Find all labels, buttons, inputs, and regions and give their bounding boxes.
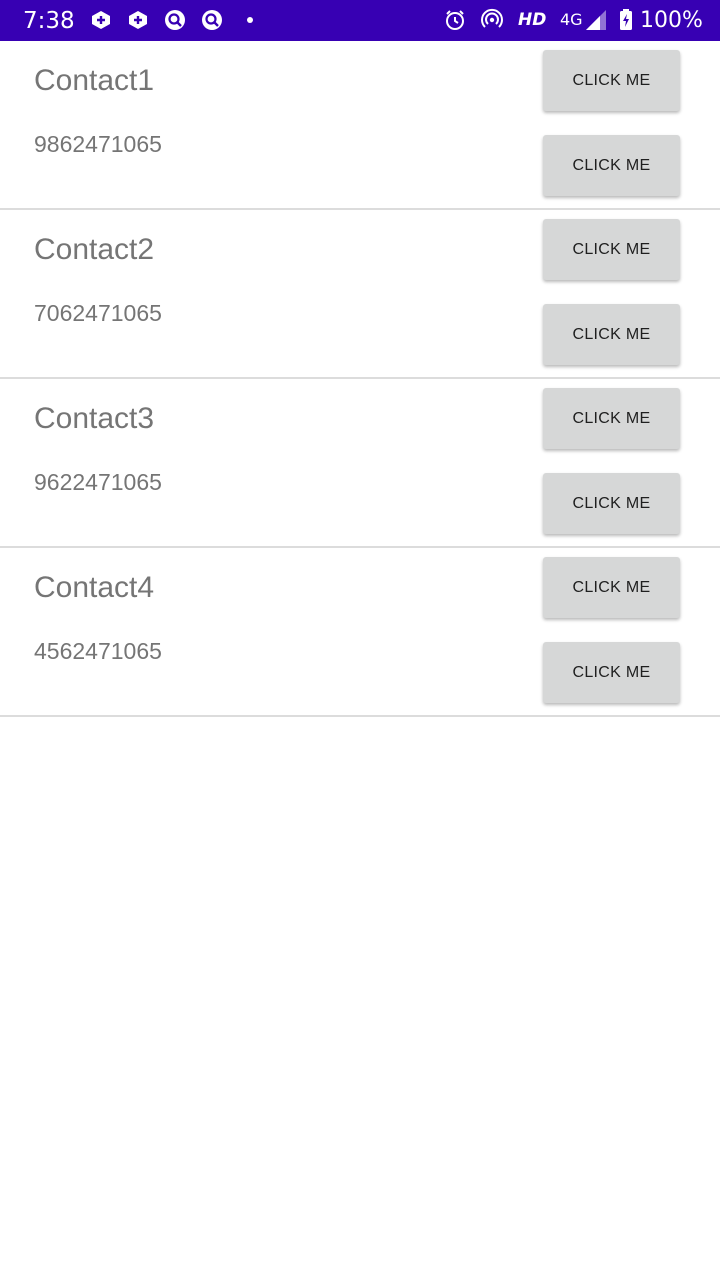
click-me-button[interactable]: CLICK ME xyxy=(543,388,680,449)
click-me-button[interactable]: CLICK ME xyxy=(543,557,680,618)
contact-row: Contact4 4562471065 CLICK ME CLICK ME xyxy=(0,548,720,717)
contact-phone: 9862471065 xyxy=(34,131,162,157)
contact-phone: 4562471065 xyxy=(34,638,162,664)
notification-app-icon xyxy=(89,8,113,32)
alarm-icon xyxy=(443,8,467,32)
hd-indicator: HD xyxy=(518,10,547,30)
notification-chat-icon xyxy=(163,8,187,32)
notification-dot-icon xyxy=(238,8,262,32)
click-me-button[interactable]: CLICK ME xyxy=(543,135,680,196)
status-bar: 7:38 HD 4G 100% xyxy=(0,0,720,41)
contact-phone: 9622471065 xyxy=(34,469,162,495)
contact-name: Contact2 xyxy=(34,233,155,266)
contact-row: Contact3 9622471065 CLICK ME CLICK ME xyxy=(0,379,720,548)
hotspot-icon xyxy=(480,8,504,32)
status-time: 7:38 xyxy=(23,8,75,34)
signal-icon xyxy=(584,8,608,32)
contact-name: Contact1 xyxy=(34,64,155,97)
click-me-button[interactable]: CLICK ME xyxy=(543,219,680,280)
notification-chat-icon xyxy=(200,8,224,32)
contact-row: Contact2 7062471065 CLICK ME CLICK ME xyxy=(0,210,720,379)
contact-phone: 7062471065 xyxy=(34,300,162,326)
click-me-button[interactable]: CLICK ME xyxy=(543,50,680,111)
click-me-button[interactable]: CLICK ME xyxy=(543,473,680,534)
contact-name: Contact4 xyxy=(34,571,155,604)
battery-percentage: 100% xyxy=(640,8,703,33)
contact-row: Contact1 9862471065 CLICK ME CLICK ME xyxy=(0,41,720,210)
click-me-button[interactable]: CLICK ME xyxy=(543,642,680,703)
contact-list: Contact1 9862471065 CLICK ME CLICK ME Co… xyxy=(0,41,720,717)
battery-charging-icon xyxy=(614,8,638,32)
click-me-button[interactable]: CLICK ME xyxy=(543,304,680,365)
notification-app-icon xyxy=(126,8,150,32)
network-type: 4G xyxy=(560,10,583,29)
contact-name: Contact3 xyxy=(34,402,155,435)
